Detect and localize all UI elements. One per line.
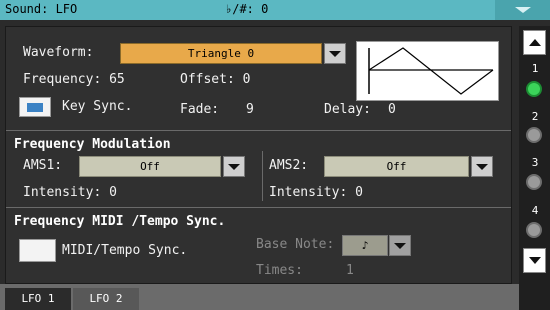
key-sync-checkbox[interactable] bbox=[19, 97, 51, 117]
scroll-down-button[interactable] bbox=[523, 248, 546, 273]
frequency-modulation-title: Frequency Modulation bbox=[14, 137, 171, 152]
key-transpose-info: ♭/#: 0 bbox=[225, 2, 269, 16]
base-note-label: Base Note: bbox=[256, 237, 335, 252]
delay-label: Delay: bbox=[324, 102, 371, 117]
ams2-select[interactable]: Off bbox=[324, 156, 469, 177]
fade-value[interactable]: 9 bbox=[246, 102, 254, 117]
page-number-3: 3 bbox=[531, 156, 539, 169]
frequency-modulation-section: Frequency Modulation AMS1: Off Intensity… bbox=[6, 131, 511, 208]
times-label: Times: bbox=[256, 263, 303, 278]
ams1-dropdown-button[interactable] bbox=[223, 156, 245, 177]
midi-tempo-sync-section: Frequency MIDI /Tempo Sync. MIDI/Tempo S… bbox=[6, 208, 511, 284]
scroll-up-button[interactable] bbox=[523, 30, 546, 55]
intensity2-value[interactable]: Intensity: 0 bbox=[269, 185, 363, 200]
chevron-down-icon bbox=[476, 163, 488, 170]
chevron-down-icon bbox=[228, 163, 240, 170]
intensity1-value[interactable]: Intensity: 0 bbox=[23, 185, 117, 200]
triangle-wave-icon bbox=[368, 47, 494, 95]
waveform-preview bbox=[356, 41, 499, 101]
page-scroller: 1 2 3 4 bbox=[519, 26, 550, 284]
frequency-value[interactable]: Frequency: 65 bbox=[23, 72, 125, 87]
page-number-2: 2 bbox=[531, 110, 539, 123]
offset-value[interactable]: Offset: 0 bbox=[180, 72, 250, 87]
main-panel: Waveform: Triangle 0 Frequency: 65 Offse… bbox=[5, 26, 512, 284]
midi-tempo-sync-title: Frequency MIDI /Tempo Sync. bbox=[14, 214, 226, 229]
arrow-up-icon bbox=[528, 39, 541, 46]
lfo-waveform-section: Waveform: Triangle 0 Frequency: 65 Offse… bbox=[6, 27, 511, 131]
tab-lfo-2[interactable]: LFO 2 bbox=[73, 288, 139, 310]
base-note-dropdown-button[interactable] bbox=[389, 235, 411, 256]
tab-bar: LFO 1 LFO 2 bbox=[0, 284, 550, 310]
fade-label: Fade: bbox=[180, 102, 220, 117]
header-bar: Sound: LFO ♭/#: 0 bbox=[0, 0, 550, 20]
waveform-dropdown-button[interactable] bbox=[324, 43, 346, 64]
ams2-dropdown-button[interactable] bbox=[471, 156, 493, 177]
page-indicator-4[interactable] bbox=[526, 222, 542, 238]
ams2-label: AMS2: bbox=[269, 158, 309, 173]
page-number-1: 1 bbox=[531, 62, 539, 75]
tab-lfo-1[interactable]: LFO 1 bbox=[5, 288, 71, 310]
page-indicator-2[interactable] bbox=[526, 127, 542, 143]
times-value[interactable]: 1 bbox=[346, 263, 354, 278]
page-title: Sound: LFO bbox=[5, 2, 78, 16]
scroller-footer bbox=[519, 284, 550, 310]
page-indicator-1[interactable] bbox=[526, 81, 542, 97]
ams1-select[interactable]: Off bbox=[79, 156, 221, 177]
chevron-down-icon bbox=[514, 7, 531, 13]
chevron-down-icon bbox=[394, 242, 406, 249]
key-sync-label: Key Sync. bbox=[62, 99, 133, 114]
ams1-label: AMS1: bbox=[23, 158, 63, 173]
checkbox-check-indicator bbox=[27, 103, 43, 112]
base-note-select[interactable]: ♪ bbox=[342, 235, 388, 256]
midi-tempo-sync-checkbox[interactable] bbox=[19, 239, 56, 262]
page-number-4: 4 bbox=[531, 204, 539, 217]
page-indicator-3[interactable] bbox=[526, 174, 542, 190]
page-menu-button[interactable] bbox=[495, 0, 550, 20]
column-divider bbox=[262, 151, 263, 201]
waveform-select[interactable]: Triangle 0 bbox=[120, 43, 322, 64]
chevron-down-icon bbox=[329, 50, 341, 57]
arrow-down-icon bbox=[528, 257, 541, 264]
delay-value[interactable]: 0 bbox=[388, 102, 396, 117]
midi-tempo-sync-label: MIDI/Tempo Sync. bbox=[62, 243, 188, 258]
waveform-label: Waveform: bbox=[23, 45, 94, 60]
